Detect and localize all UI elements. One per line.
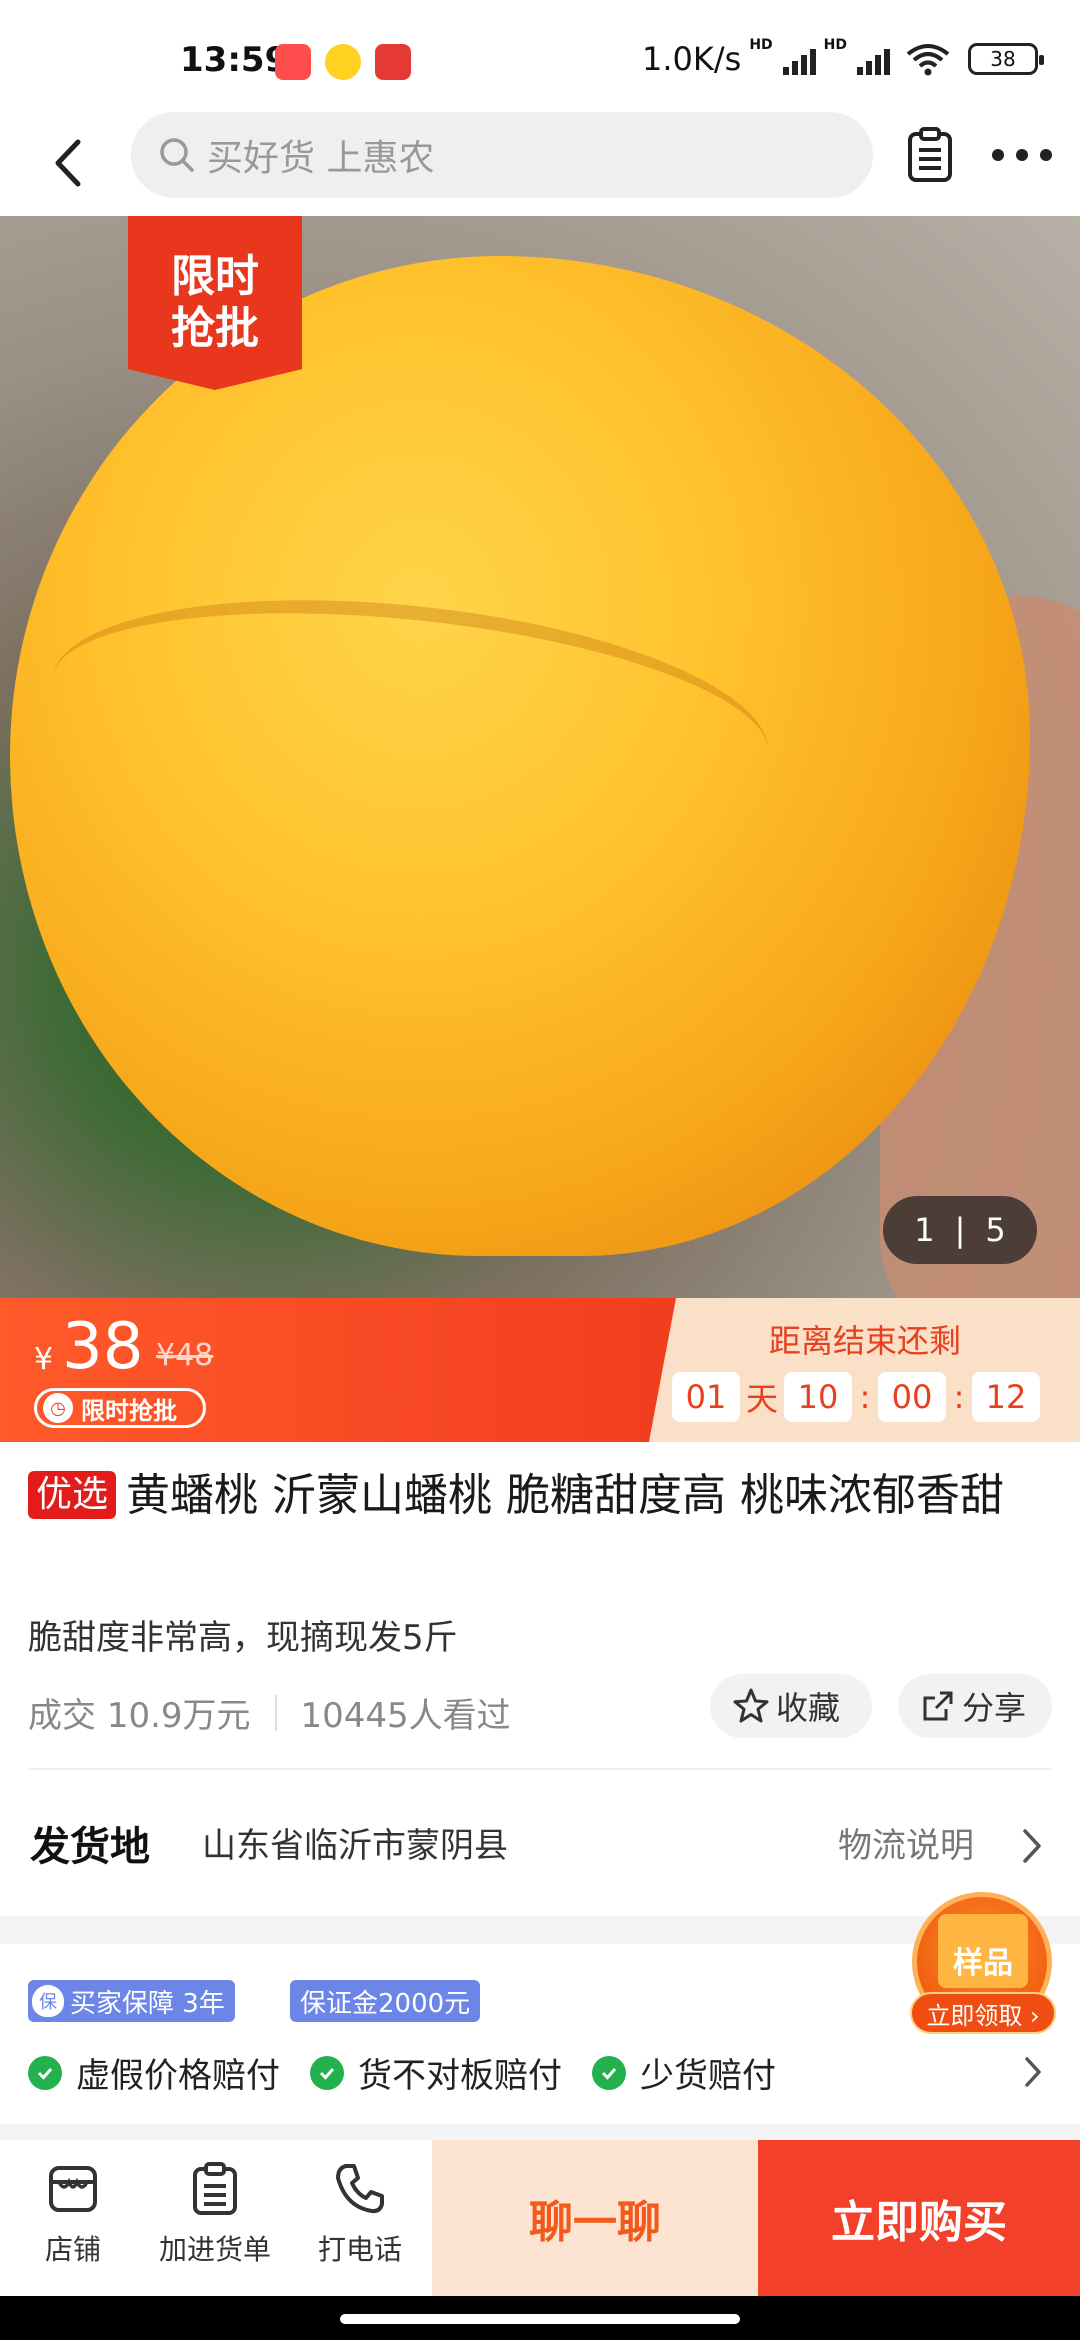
original-price: ¥48: [156, 1338, 214, 1373]
store-button[interactable]: 店铺: [8, 2160, 138, 2280]
share-button[interactable]: 分享: [898, 1674, 1052, 1738]
ship-from-value: 山东省临沂市蒙阴县: [202, 1826, 508, 1866]
product-title-text: 黄蟠桃 沂蒙山蟠桃 脆糖甜度高 桃味浓郁香甜: [126, 1470, 1004, 1521]
star-icon: [733, 1688, 769, 1723]
bottom-action-bar: 店铺 加进货单 打电话 聊一聊 立即购买: [0, 2140, 1080, 2296]
signal-icon-1: [782, 43, 816, 75]
stats-divider: [274, 1694, 277, 1731]
system-navigation-bar: [0, 2296, 1080, 2340]
flash-sale-tag: ◷ 限时抢批: [34, 1388, 206, 1428]
deposit-tag: 保证金2000元: [290, 1980, 481, 2022]
search-placeholder: 买好货 上惠农: [207, 138, 435, 179]
guarantee-item: 少货赔付: [592, 2048, 776, 2097]
divider: [28, 1768, 1052, 1770]
home-indicator[interactable]: [340, 2314, 740, 2324]
status-bar: 13:59 1.0K/s HD HD 38: [0, 0, 1080, 110]
call-button[interactable]: 打电话: [295, 2160, 425, 2280]
price-panel: ¥ 38 ¥48 ◷ 限时抢批: [0, 1298, 676, 1442]
guarantee-item: 虚假价格赔付: [28, 2048, 280, 2097]
logistics-info-link[interactable]: 物流说明: [838, 1818, 974, 1867]
buyer-protection-tag: 保 买家保障 3年: [28, 1980, 235, 2022]
purchase-list-icon[interactable]: [905, 126, 955, 184]
product-stats: 成交 10.9万元 10445人看过: [28, 1688, 511, 1737]
add-to-list-button[interactable]: 加进货单: [150, 2160, 280, 2280]
claim-sample-button[interactable]: 立即领取 ›: [910, 1992, 1056, 2034]
share-icon: [923, 1691, 953, 1721]
free-sample-widget[interactable]: 样品 立即领取 ›: [910, 1892, 1056, 2040]
price-band: ¥ 38 ¥48 ◷ 限时抢批 距离结束还剩 01 天 10 : 00 : 12: [0, 1298, 1080, 1442]
countdown-days: 01: [672, 1372, 740, 1422]
battery-icon: 38: [968, 43, 1044, 75]
chevron-right-icon[interactable]: [1022, 2054, 1044, 2090]
shield-icon: 保: [32, 1985, 64, 2017]
add-to-list-label: 加进货单: [158, 2233, 271, 2266]
image-counter: 1 | 5: [883, 1196, 1037, 1264]
status-app-icons: [275, 44, 411, 80]
countdown-title: 距离结束还剩: [768, 1322, 961, 1360]
store-icon: [49, 2166, 97, 2212]
check-icon: [310, 2055, 344, 2090]
back-icon[interactable]: [44, 128, 94, 198]
clipboard-icon: [193, 2162, 237, 2215]
status-time: 13:59: [180, 40, 289, 80]
hd-label-1: HD: [749, 37, 773, 53]
signal-icon-2: [857, 43, 890, 75]
limited-flash-badge: 限时 抢批: [128, 216, 302, 390]
check-icon: [28, 2055, 62, 2090]
phone-icon: [336, 2164, 384, 2214]
sold-amount: 成交 10.9万元: [28, 1696, 251, 1736]
ship-from-label: 发货地: [30, 1824, 150, 1870]
buy-now-button[interactable]: 立即购买: [758, 2140, 1080, 2296]
clock-icon: ◷: [43, 1393, 73, 1423]
news-app-icon: [375, 44, 411, 80]
product-title: 优选 黄蟠桃 沂蒙山蟠桃 脆糖甜度高 桃味浓郁香甜: [28, 1464, 1068, 1528]
countdown-separator: :: [953, 1378, 965, 1416]
call-label: 打电话: [317, 2233, 402, 2266]
countdown-hours: 10: [784, 1372, 853, 1422]
chevron-right-icon[interactable]: [1020, 1826, 1044, 1866]
guarantee-items: 虚假价格赔付 货不对板赔付 少货赔付: [28, 2048, 776, 2097]
premium-tag: 优选: [28, 1471, 117, 1519]
more-icon[interactable]: [990, 140, 1054, 170]
weibo-icon: [325, 44, 361, 80]
network-speed: 1.0K/s: [641, 40, 742, 78]
countdown: 距离结束还剩 01 天 10 : 00 : 12: [650, 1298, 1080, 1442]
wifi-icon: [906, 44, 950, 76]
sample-box-icon: 样品: [938, 1914, 1028, 1988]
countdown-separator: :: [859, 1378, 871, 1416]
chat-button[interactable]: 聊一聊: [432, 2140, 758, 2296]
countdown-minutes: 00: [878, 1372, 947, 1422]
check-icon: [592, 2055, 626, 2090]
guarantee-item: 货不对板赔付: [310, 2048, 562, 2097]
search-icon: [160, 138, 194, 172]
view-count: 10445人看过: [300, 1696, 511, 1736]
currency-sign: ¥: [34, 1342, 54, 1377]
search-input[interactable]: 买好货 上惠农: [131, 112, 873, 198]
top-nav: 买好货 上惠农: [0, 110, 1080, 216]
hd-label-2: HD: [823, 37, 847, 53]
product-info-card: 优选 黄蟠桃 沂蒙山蟠桃 脆糖甜度高 桃味浓郁香甜 脆甜度非常高，现摘现发5斤 成…: [0, 1442, 1080, 1916]
countdown-day-unit: 天: [746, 1380, 779, 1418]
countdown-timer: 01 天 10 : 00 : 12: [672, 1372, 1041, 1422]
countdown-seconds: 12: [972, 1372, 1041, 1422]
current-price: 38: [62, 1310, 144, 1384]
favorite-button[interactable]: 收藏: [710, 1674, 872, 1738]
shopping-app-icon: [275, 44, 311, 80]
status-right: 1.0K/s HD HD 38: [641, 37, 1044, 78]
product-subtitle: 脆甜度非常高，现摘现发5斤: [28, 1618, 458, 1658]
product-image-gallery[interactable]: 限时 抢批 1 | 5: [0, 216, 1080, 1298]
store-label: 店铺: [44, 2233, 101, 2266]
